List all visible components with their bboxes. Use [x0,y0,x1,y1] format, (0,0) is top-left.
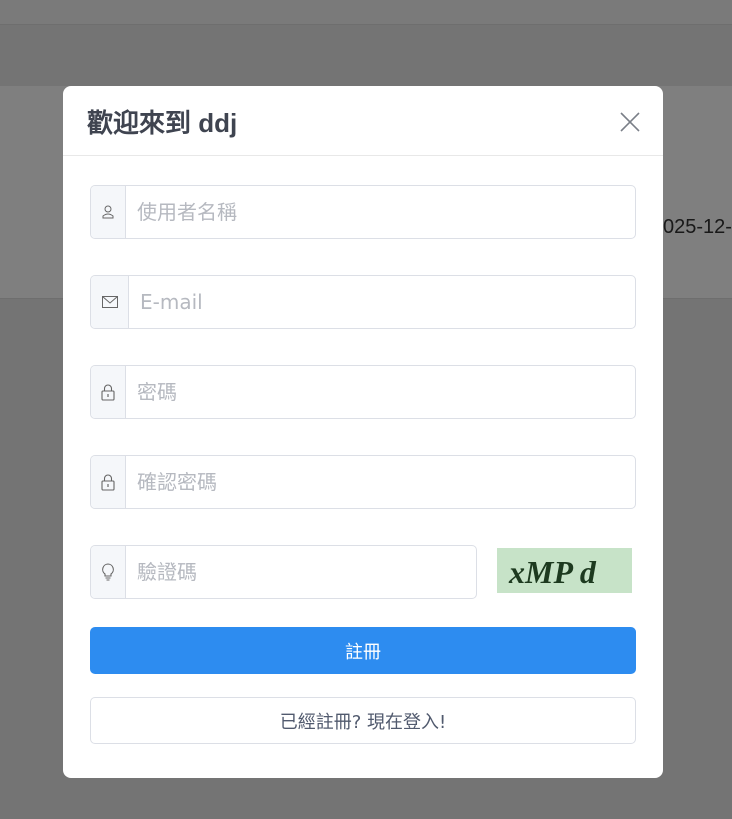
email-input[interactable] [129,276,635,328]
captcha-text: xMP d [509,554,596,590]
page: 025-12- 歡迎來到 ddj [0,0,732,819]
password-field [90,365,636,419]
username-input[interactable] [126,186,635,238]
captcha-field [90,545,477,599]
login-link-button[interactable]: 已經註冊? 現在登入! [90,697,636,744]
lock-icon [91,456,126,508]
modal-title: 歡迎來到 ddj [87,108,238,138]
mail-icon [91,276,129,328]
user-icon [91,186,126,238]
confirm-password-field [90,455,636,509]
captcha-image[interactable]: xMP d [497,548,632,593]
password-input[interactable] [126,366,635,418]
captcha-input[interactable] [126,546,476,598]
close-icon[interactable] [618,110,642,134]
register-button[interactable]: 註冊 [90,627,636,674]
modal-header: 歡迎來到 ddj [63,86,663,156]
register-modal: 歡迎來到 ddj 使用者名稱 E-mail 驗證碼 xMP d 註冊 已經註冊?… [63,86,663,778]
username-field [90,185,636,239]
lock-icon [91,366,126,418]
lightbulb-icon [91,546,126,598]
email-field [90,275,636,329]
confirm-password-input[interactable] [126,456,635,508]
